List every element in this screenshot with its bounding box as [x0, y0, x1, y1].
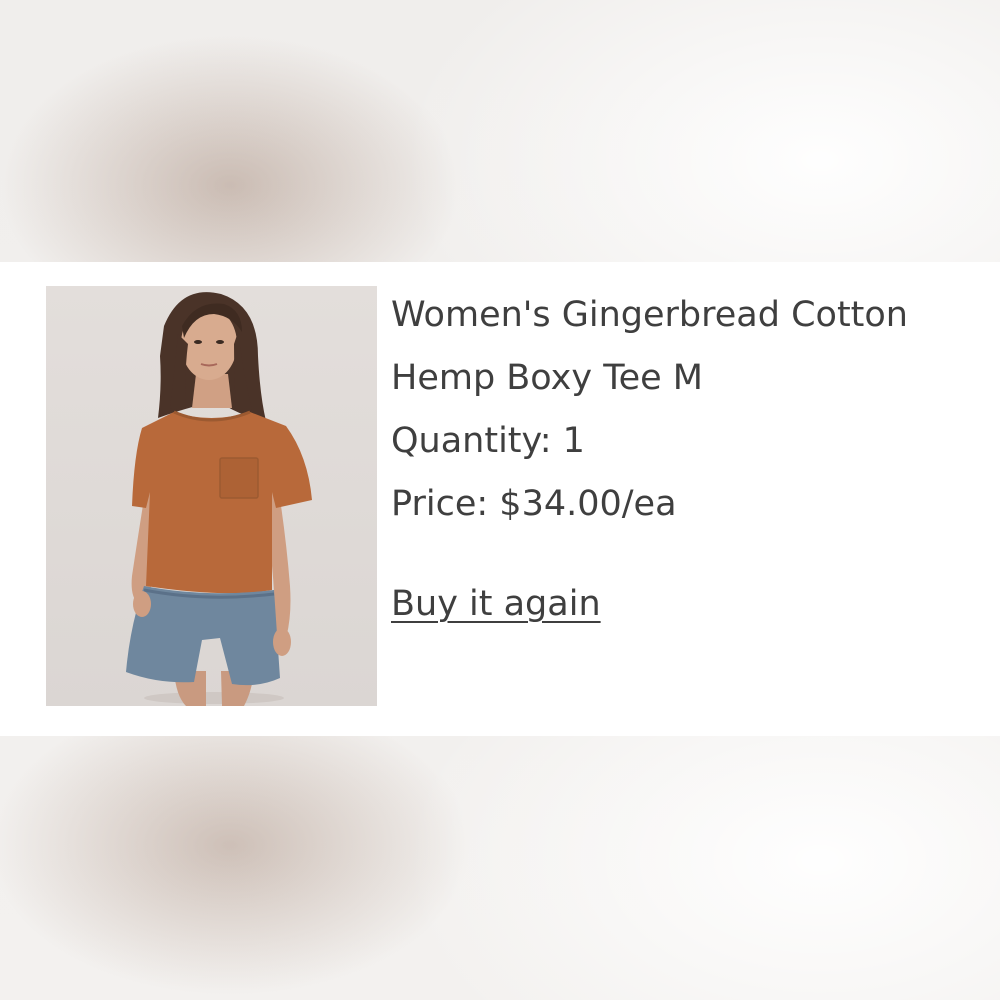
- order-item-card: Women's Gingerbread Cotton Hemp Boxy Tee…: [0, 262, 1000, 736]
- buy-it-again-link[interactable]: Buy it again: [391, 582, 601, 626]
- quantity-text: Quantity: 1: [391, 421, 585, 461]
- order-item-details: Women's Gingerbread Cotton Hemp Boxy Tee…: [391, 284, 991, 536]
- product-title-line-2: Hemp Boxy Tee M: [391, 358, 704, 398]
- product-image[interactable]: [46, 286, 377, 706]
- product-title-line-1: Women's Gingerbread Cotton: [391, 295, 908, 335]
- product-photo-icon: [126, 292, 312, 706]
- price-text: Price: $34.00/ea: [391, 484, 677, 524]
